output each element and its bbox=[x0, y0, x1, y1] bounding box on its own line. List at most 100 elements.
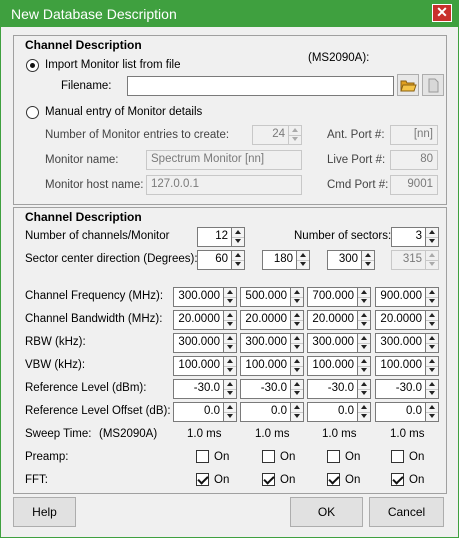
manual-radio-label[interactable]: Manual entry of Monitor details bbox=[45, 106, 202, 118]
down-arrow-icon[interactable] bbox=[291, 343, 303, 352]
fft-on-label[interactable]: On bbox=[280, 474, 295, 486]
down-arrow-icon[interactable] bbox=[224, 297, 236, 306]
rbw-value: 300.000 bbox=[307, 333, 358, 353]
down-arrow-icon[interactable] bbox=[358, 389, 370, 398]
bandwidth-4[interactable]: 20.0000 bbox=[375, 310, 439, 330]
down-arrow-icon[interactable] bbox=[358, 297, 370, 306]
reference-level-4[interactable]: -30.0 bbox=[375, 379, 439, 399]
down-arrow-icon[interactable] bbox=[358, 343, 370, 352]
close-button[interactable]: ✕ bbox=[432, 4, 452, 22]
clear-file-button[interactable] bbox=[422, 74, 444, 96]
down-arrow-icon[interactable] bbox=[224, 343, 236, 352]
channels-stepper[interactable]: 12 bbox=[197, 227, 245, 247]
monitor-name-label: Monitor name: bbox=[45, 154, 119, 166]
rbw-2[interactable]: 300.000 bbox=[240, 333, 304, 353]
import-radio[interactable] bbox=[26, 59, 39, 72]
ok-button[interactable]: OK bbox=[290, 497, 363, 527]
fft-checkbox-1[interactable] bbox=[196, 473, 209, 486]
import-radio-label[interactable]: Import Monitor list from file bbox=[45, 59, 180, 71]
fft-checkbox-2[interactable] bbox=[262, 473, 275, 486]
fft-on-label[interactable]: On bbox=[409, 474, 424, 486]
down-arrow-icon[interactable] bbox=[358, 320, 370, 329]
vbw-4[interactable]: 100.000 bbox=[375, 356, 439, 376]
sector-direction-3[interactable]: 300 bbox=[327, 250, 375, 270]
cmd-port-field[interactable]: 9001 bbox=[390, 175, 438, 195]
preamp-checkbox-3[interactable] bbox=[327, 450, 340, 463]
preamp-checkbox-4[interactable] bbox=[391, 450, 404, 463]
down-arrow-icon[interactable] bbox=[426, 297, 438, 306]
reference-offset-4[interactable]: 0.0 bbox=[375, 402, 439, 422]
preamp-on-label[interactable]: On bbox=[345, 451, 360, 463]
down-arrow-icon[interactable] bbox=[291, 320, 303, 329]
vbw-label: VBW (kHz): bbox=[25, 359, 86, 371]
frequency-2[interactable]: 500.000 bbox=[240, 287, 304, 307]
sectors-stepper[interactable]: 3 bbox=[391, 227, 439, 247]
sector-direction-2[interactable]: 180 bbox=[262, 250, 310, 270]
sector-direction-4[interactable]: 315 bbox=[391, 250, 439, 270]
sector-direction-1[interactable]: 60 bbox=[197, 250, 245, 270]
fft-checkbox-3[interactable] bbox=[327, 473, 340, 486]
down-arrow-icon[interactable] bbox=[426, 412, 438, 421]
rbw-value: 300.000 bbox=[240, 333, 291, 353]
down-arrow-icon[interactable] bbox=[426, 366, 438, 375]
preamp-on-label[interactable]: On bbox=[280, 451, 295, 463]
down-arrow-icon[interactable] bbox=[291, 412, 303, 421]
fft-checkbox-4[interactable] bbox=[391, 473, 404, 486]
reference-level-3[interactable]: -30.0 bbox=[307, 379, 371, 399]
bandwidth-3[interactable]: 20.0000 bbox=[307, 310, 371, 330]
entries-stepper[interactable]: 24 bbox=[252, 125, 302, 145]
frequency-1[interactable]: 300.000 bbox=[173, 287, 237, 307]
down-arrow-icon[interactable] bbox=[297, 260, 309, 269]
vbw-1[interactable]: 100.000 bbox=[173, 356, 237, 376]
open-file-button[interactable] bbox=[397, 74, 419, 96]
reference-offset-1[interactable]: 0.0 bbox=[173, 402, 237, 422]
cancel-button[interactable]: Cancel bbox=[369, 497, 444, 527]
down-arrow-icon[interactable] bbox=[291, 297, 303, 306]
ant-port-field[interactable]: [nn] bbox=[390, 125, 438, 145]
rbw-3[interactable]: 300.000 bbox=[307, 333, 371, 353]
rbw-1[interactable]: 300.000 bbox=[173, 333, 237, 353]
down-arrow-icon[interactable] bbox=[426, 237, 438, 246]
manual-radio[interactable] bbox=[26, 106, 39, 119]
preamp-checkbox-1[interactable] bbox=[196, 450, 209, 463]
preamp-on-label[interactable]: On bbox=[214, 451, 229, 463]
fft-on-label[interactable]: On bbox=[345, 474, 360, 486]
frequency-3[interactable]: 700.000 bbox=[307, 287, 371, 307]
reference-offset-3[interactable]: 0.0 bbox=[307, 402, 371, 422]
filename-input[interactable] bbox=[127, 76, 394, 96]
bandwidth-1[interactable]: 20.0000 bbox=[173, 310, 237, 330]
down-arrow-icon[interactable] bbox=[358, 412, 370, 421]
down-arrow-icon[interactable] bbox=[291, 366, 303, 375]
rbw-4[interactable]: 300.000 bbox=[375, 333, 439, 353]
down-arrow-icon[interactable] bbox=[426, 343, 438, 352]
reference-offset-2[interactable]: 0.0 bbox=[240, 402, 304, 422]
vbw-3[interactable]: 100.000 bbox=[307, 356, 371, 376]
down-arrow-icon[interactable] bbox=[224, 320, 236, 329]
down-arrow-icon[interactable] bbox=[358, 366, 370, 375]
frequency-4[interactable]: 900.000 bbox=[375, 287, 439, 307]
down-arrow-icon[interactable] bbox=[224, 389, 236, 398]
vbw-2[interactable]: 100.000 bbox=[240, 356, 304, 376]
live-port-field[interactable]: 80 bbox=[390, 150, 438, 170]
bandwidth-2[interactable]: 20.0000 bbox=[240, 310, 304, 330]
down-arrow-icon[interactable] bbox=[224, 366, 236, 375]
ant-port-label: Ant. Port #: bbox=[327, 129, 385, 141]
help-button[interactable]: Help bbox=[13, 497, 76, 527]
down-arrow-icon[interactable] bbox=[289, 135, 301, 144]
monitor-name-field[interactable]: Spectrum Monitor [nn] bbox=[146, 150, 302, 170]
fft-on-label[interactable]: On bbox=[214, 474, 229, 486]
sectors-label: Number of sectors: bbox=[294, 230, 392, 242]
monitor-host-field[interactable]: 127.0.0.1 bbox=[146, 175, 302, 195]
down-arrow-icon[interactable] bbox=[232, 237, 244, 246]
down-arrow-icon[interactable] bbox=[232, 260, 244, 269]
preamp-checkbox-2[interactable] bbox=[262, 450, 275, 463]
down-arrow-icon[interactable] bbox=[426, 260, 438, 269]
reference-level-2[interactable]: -30.0 bbox=[240, 379, 304, 399]
reference-level-1[interactable]: -30.0 bbox=[173, 379, 237, 399]
down-arrow-icon[interactable] bbox=[291, 389, 303, 398]
preamp-on-label[interactable]: On bbox=[409, 451, 424, 463]
down-arrow-icon[interactable] bbox=[362, 260, 374, 269]
down-arrow-icon[interactable] bbox=[224, 412, 236, 421]
down-arrow-icon[interactable] bbox=[426, 389, 438, 398]
down-arrow-icon[interactable] bbox=[426, 320, 438, 329]
